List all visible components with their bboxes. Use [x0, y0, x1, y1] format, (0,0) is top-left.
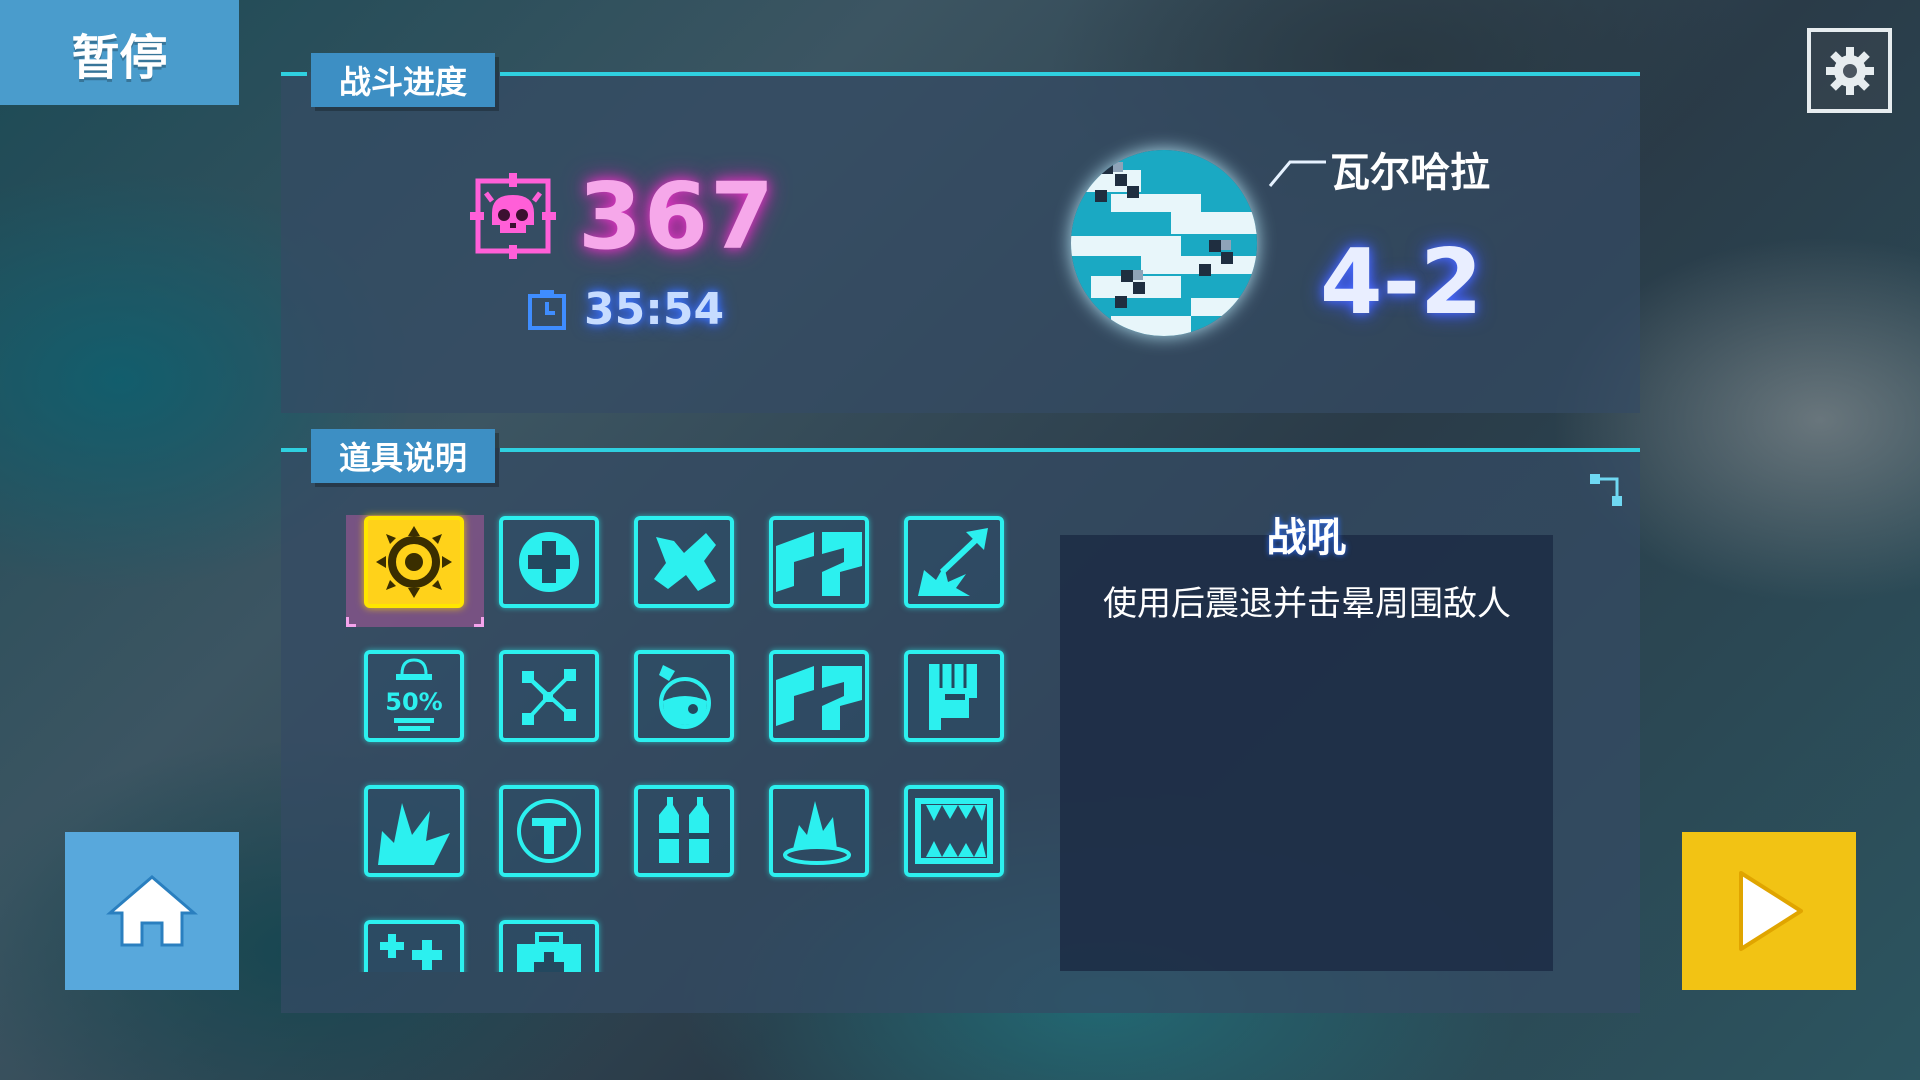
skull-target-icon [470, 173, 556, 259]
home-button[interactable] [65, 832, 239, 990]
item-dash-2[interactable] [769, 650, 869, 742]
item-health[interactable] [499, 516, 599, 608]
fist-icon [929, 664, 977, 730]
panel-divider [500, 448, 1640, 452]
dash-icon [776, 532, 862, 596]
planet-icon [1071, 150, 1257, 336]
item-blob[interactable] [634, 516, 734, 608]
shield-cross-icon [517, 799, 581, 863]
item-warcry[interactable] [364, 516, 464, 608]
pause-title: 暂停 [0, 0, 239, 105]
battle-time: 35:54 [584, 283, 725, 335]
item-potion[interactable] [634, 650, 734, 742]
potion-icon [659, 665, 711, 729]
item-network[interactable] [499, 650, 599, 742]
item-fangs[interactable] [904, 785, 1004, 877]
stopwatch-icon [528, 290, 566, 330]
item-title: 战吼 [1266, 515, 1347, 561]
network-icon [522, 669, 576, 725]
item-half-price[interactable]: 50% [364, 650, 464, 742]
resume-button[interactable] [1682, 832, 1856, 990]
half-price-text: 50% [385, 688, 442, 716]
arrow-burst-icon [918, 528, 988, 596]
kill-count: 367 [578, 162, 777, 270]
item-description: 使用后震退并击晕周围敌人 [1103, 584, 1511, 624]
health-cross-icon [519, 532, 579, 592]
explosion-icon [378, 803, 450, 865]
home-icon [106, 875, 198, 947]
item-dash[interactable] [769, 516, 869, 608]
settings-button[interactable] [1807, 28, 1892, 113]
play-icon [1739, 871, 1803, 951]
battle-timer: 35:54 [526, 283, 725, 335]
dash-icon [776, 666, 862, 730]
warcry-icon [376, 526, 452, 598]
item-grid: 50% [340, 500, 1020, 972]
blob-icon [654, 533, 716, 591]
stage-name: 瓦尔哈拉 [1330, 150, 1490, 196]
sparkle-plus-icon [380, 934, 442, 970]
panel-divider [281, 72, 307, 76]
kill-counter: 367 [470, 163, 776, 270]
item-flame-ground[interactable] [769, 785, 869, 877]
panel-divider [500, 72, 1640, 76]
stage-pointer-line [1268, 160, 1326, 187]
item-sparkle-plus[interactable] [364, 920, 464, 972]
battle-progress-tab: 战斗进度 [311, 53, 495, 107]
item-medkit[interactable] [499, 920, 599, 972]
flame-ground-icon [783, 801, 851, 865]
gear-icon [1825, 46, 1874, 95]
medkit-icon [517, 932, 581, 972]
item-description-tab: 道具说明 [311, 429, 495, 483]
fangs-icon [915, 798, 993, 864]
bottles-icon [659, 797, 709, 863]
item-shield-cross[interactable] [499, 785, 599, 877]
item-fist[interactable] [904, 650, 1004, 742]
half-price-icon: 50% [385, 658, 443, 731]
item-explosion[interactable] [364, 785, 464, 877]
panel-divider [281, 448, 307, 452]
expand-icon[interactable] [1588, 472, 1624, 508]
stage-level: 4-2 [1320, 230, 1483, 335]
item-arrow-burst[interactable] [904, 516, 1004, 608]
item-bottles[interactable] [634, 785, 734, 877]
